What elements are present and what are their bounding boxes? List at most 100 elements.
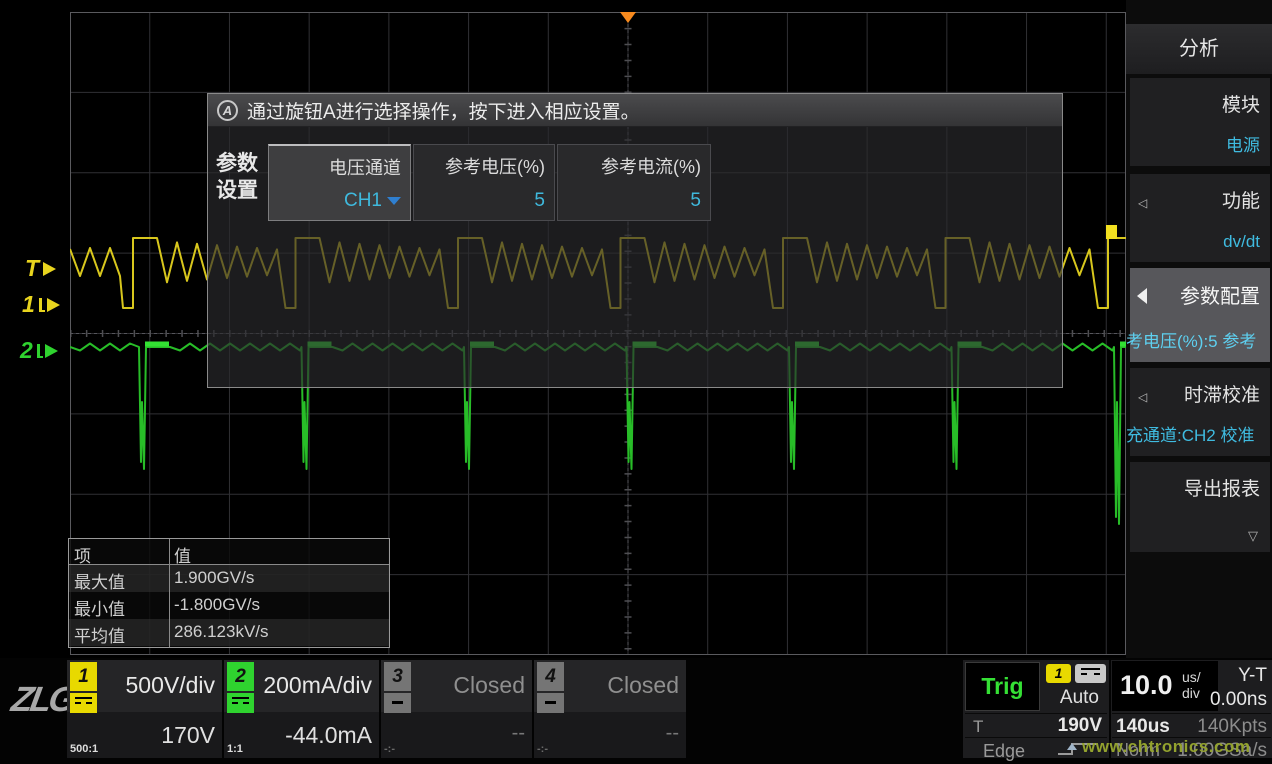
watermark: www.chtronics.com	[1082, 737, 1250, 757]
ground-icon	[39, 298, 45, 312]
button-label: 参考电压(%)	[445, 153, 545, 179]
item-value: 充通道:CH2 校准	[1126, 421, 1268, 446]
display-mode: Y-T	[1238, 665, 1267, 687]
unit-bottom: div	[1182, 685, 1201, 701]
meas-name: 最大值	[74, 568, 125, 593]
channel3-scale: Closed	[453, 672, 525, 699]
channel4-badge: 4	[537, 662, 564, 691]
trigger-delay: 0.00ns	[1210, 689, 1267, 711]
meas-name: 平均值	[74, 622, 125, 647]
channel2-block[interactable]: 2 1:1 200mA/div -44.0mA	[224, 660, 379, 758]
channel3-offset: --	[512, 722, 525, 745]
item-value: 电源	[1226, 131, 1260, 156]
no-coupling-icon	[384, 693, 411, 713]
ch2-marker-label: 2	[20, 337, 33, 364]
expand-down-icon: ▽	[1248, 528, 1258, 544]
item-label: 时滞校准	[1184, 380, 1260, 407]
trigger-level-marker[interactable]: T	[25, 255, 56, 282]
channel4-block[interactable]: 4 -:- Closed --	[534, 660, 686, 758]
channel1-block[interactable]: 1 500:1 500V/div 170V	[67, 660, 222, 758]
channel4-offset: --	[666, 722, 679, 745]
right-arrow-icon	[47, 298, 60, 312]
channel1-badge: 1	[70, 662, 97, 691]
right-arrow-icon	[45, 344, 58, 358]
sidebar-item-skew-calibration[interactable]: ◁ 时滞校准 充通道:CH2 校准	[1130, 368, 1270, 456]
item-value: 考电压(%):5 参考	[1126, 327, 1268, 352]
item-label: 导出报表	[1184, 474, 1260, 501]
button-label: 参考电流(%)	[601, 153, 701, 179]
channel-value: CH1	[344, 190, 382, 212]
ch2-ground-marker[interactable]: 2	[20, 337, 58, 364]
trigger-mode: Auto	[1060, 687, 1099, 709]
right-arrow-icon	[43, 262, 56, 276]
channel3-block[interactable]: 3 -:- Closed --	[381, 660, 532, 758]
collapse-arrow-icon: ◁	[1138, 196, 1147, 210]
group-label-line2: 设置	[216, 177, 258, 204]
oscilloscope-screen: T 1 2 项 值 最大值 1.900GV/s 最小值 -1.800GV/s 平…	[0, 0, 1272, 764]
knob-a-icon: A	[217, 100, 238, 121]
trigger-source-badge: 1	[1046, 664, 1071, 683]
collapse-arrow-filled-icon	[1137, 288, 1147, 304]
unit-top: us/	[1182, 669, 1201, 685]
measurement-table: 项 值 最大值 1.900GV/s 最小值 -1.800GV/s 平均值 286…	[68, 538, 390, 648]
trigger-level-row: T 190V	[965, 713, 1107, 737]
channel1-scale: 500V/div	[125, 672, 215, 699]
capture-window: 140us	[1116, 716, 1170, 738]
channel1-offset: 170V	[161, 722, 215, 749]
ref-current-button[interactable]: 参考电流(%) 5	[557, 144, 711, 221]
button-value: 5	[690, 190, 701, 212]
probe-ratio: 500:1	[70, 743, 98, 755]
trigger-status: Trig	[965, 662, 1040, 711]
item-value: dv/dt	[1223, 232, 1260, 252]
ch1-marker-label: 1	[22, 291, 35, 318]
trigger-type: Edge	[983, 741, 1025, 762]
dropdown-arrow-icon	[387, 197, 401, 205]
measurement-header: 项 值	[69, 539, 389, 565]
timebase-box: 10.0 us/ div	[1112, 661, 1218, 711]
button-label: 电压通道	[329, 154, 401, 180]
dc-coupling-icon	[227, 693, 254, 713]
sidebar-item-function[interactable]: ◁ 功能 dv/dt	[1130, 174, 1270, 262]
timebase-scale: 10.0	[1120, 670, 1173, 701]
ref-voltage-button[interactable]: 参考电压(%) 5	[413, 144, 555, 221]
table-row: 最大值 1.900GV/s	[69, 565, 389, 592]
trigger-level-value: 190V	[1058, 715, 1102, 737]
table-row: 最小值 -1.800GV/s	[69, 592, 389, 619]
ch1-ground-marker[interactable]: 1	[22, 291, 60, 318]
col-value: 值	[174, 542, 191, 567]
dialog-body: 参数 设置 电压通道 CH1 参考电压(%) 5 参考电流(%) 5	[208, 126, 1062, 387]
timebase-row2: 140us 140Kpts	[1112, 713, 1271, 737]
meas-name: 最小值	[74, 595, 125, 620]
channel2-offset: -44.0mA	[285, 722, 372, 749]
no-coupling-icon	[537, 693, 564, 713]
ground-icon	[37, 344, 43, 358]
meas-value: -1.800GV/s	[174, 595, 260, 615]
dialog-header: A 通过旋钮A进行选择操作，按下进入相应设置。	[208, 94, 1062, 127]
sidebar-item-export-report[interactable]: 导出报表 ▽	[1130, 462, 1270, 552]
meas-value: 286.123kV/s	[174, 622, 269, 642]
channel3-badge: 3	[384, 662, 411, 691]
channel2-badge: 2	[227, 662, 254, 691]
parameter-dialog: A 通过旋钮A进行选择操作，按下进入相应设置。 参数 设置 电压通道 CH1 参…	[207, 93, 1063, 388]
probe-ratio: -:-	[537, 743, 548, 755]
channel2-scale: 200mA/div	[263, 672, 372, 699]
parameter-group-label: 参数 设置	[216, 150, 258, 204]
col-item: 项	[74, 542, 91, 567]
voltage-channel-button[interactable]: 电压通道 CH1	[268, 144, 411, 221]
meas-value: 1.900GV/s	[174, 568, 254, 588]
timebase-unit: us/ div	[1182, 669, 1201, 701]
table-column-divider	[169, 539, 170, 647]
sidebar-title: 分析	[1126, 24, 1272, 74]
item-label: 功能	[1222, 186, 1260, 213]
table-row: 平均值 286.123kV/s	[69, 619, 389, 646]
button-value: 5	[534, 190, 545, 212]
trigger-level-label: T	[25, 255, 39, 282]
sidebar-item-module[interactable]: 模块 电源	[1130, 78, 1270, 166]
sidebar-item-parameter-config[interactable]: 参数配置 考电压(%):5 参考	[1130, 268, 1270, 362]
collapse-arrow-icon: ◁	[1138, 390, 1147, 404]
analysis-sidebar: 分析 模块 电源 ◁ 功能 dv/dt 参数配置 考电压(%):5 参考 ◁ 时…	[1126, 0, 1272, 764]
probe-ratio: -:-	[384, 743, 395, 755]
probe-ratio: 1:1	[227, 743, 243, 755]
trigger-coupling-icon	[1075, 664, 1106, 683]
item-label: 参数配置	[1180, 280, 1260, 309]
